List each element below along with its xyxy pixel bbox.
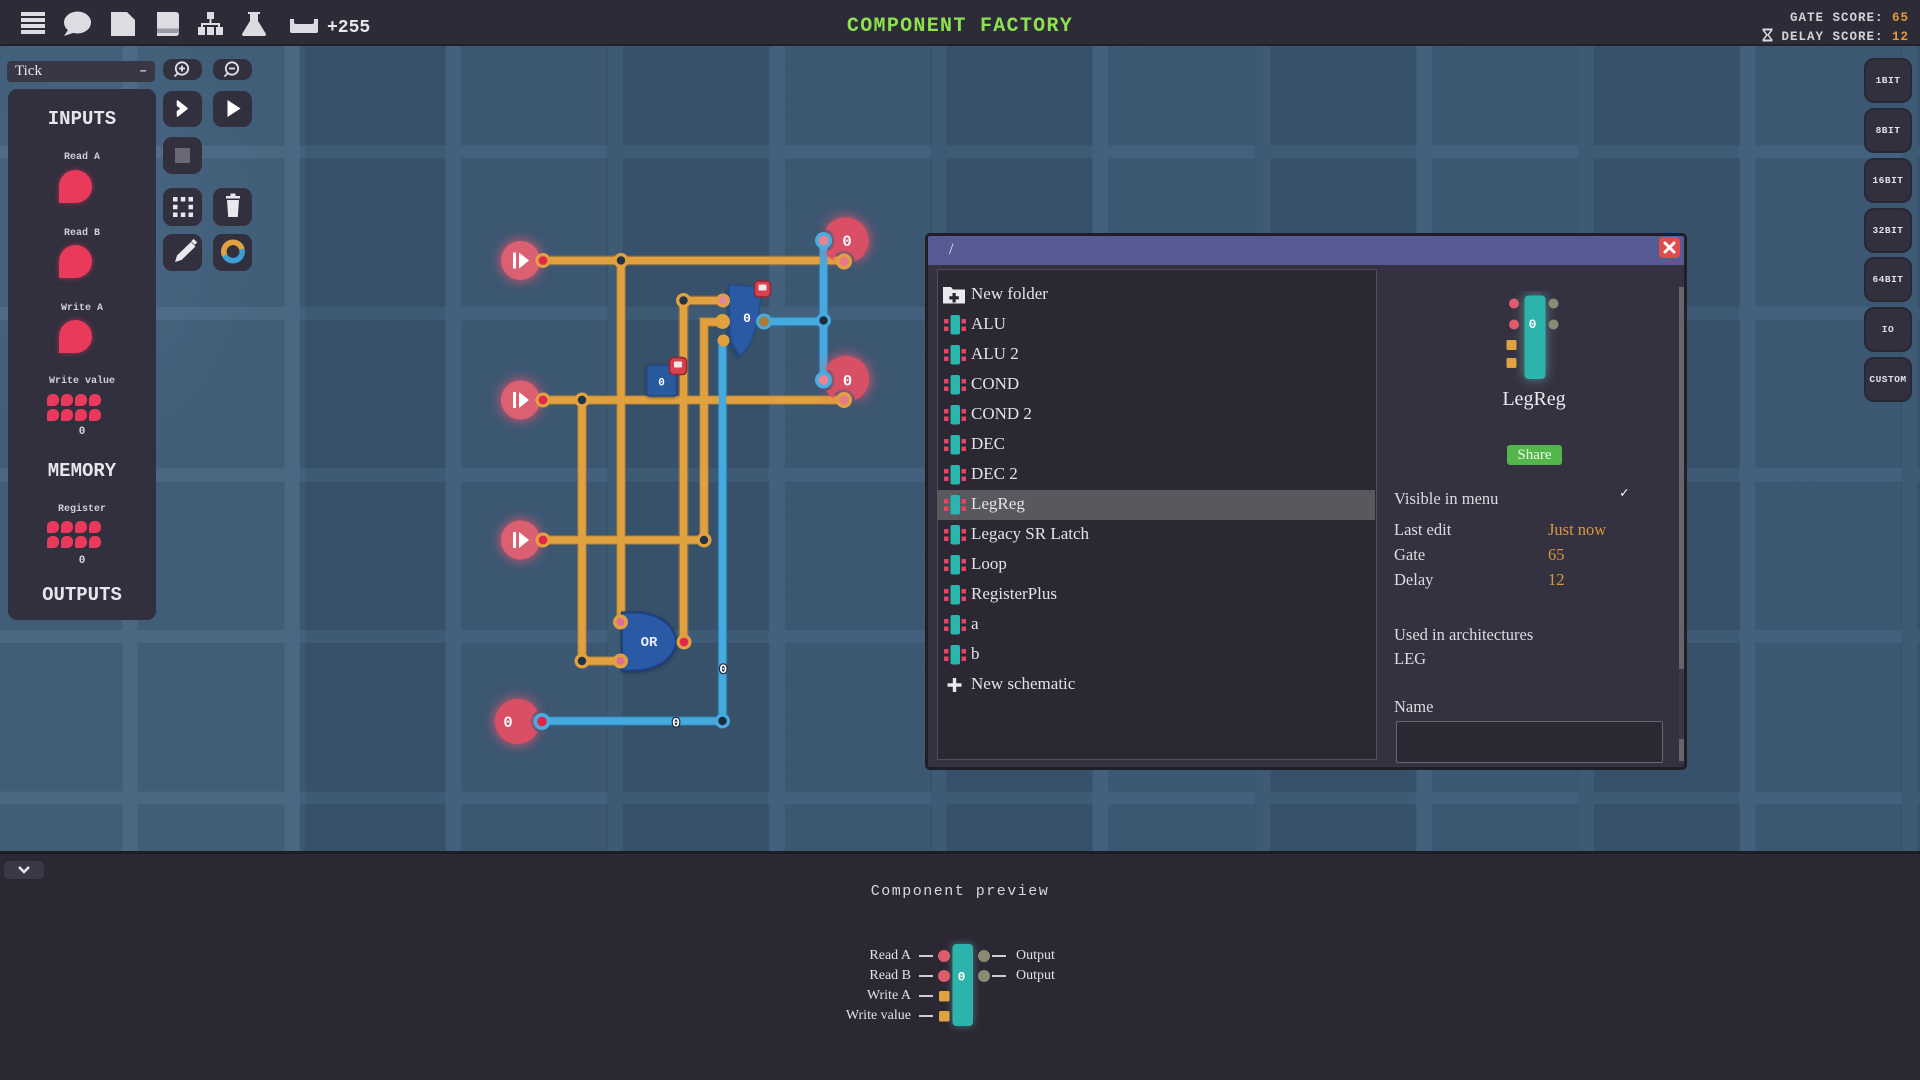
svg-text:OR: OR — [641, 635, 658, 651]
svg-text:0: 0 — [672, 716, 680, 731]
svg-text:0: 0 — [842, 233, 851, 251]
svg-text:0: 0 — [719, 662, 727, 677]
svg-text:0: 0 — [843, 373, 852, 391]
svg-text:+255: +255 — [327, 18, 370, 37]
svg-text:0: 0 — [1529, 317, 1537, 332]
svg-text:0: 0 — [503, 714, 512, 732]
svg-text:0: 0 — [658, 378, 665, 390]
svg-text:0: 0 — [743, 311, 751, 326]
svg-text:0: 0 — [958, 970, 966, 985]
